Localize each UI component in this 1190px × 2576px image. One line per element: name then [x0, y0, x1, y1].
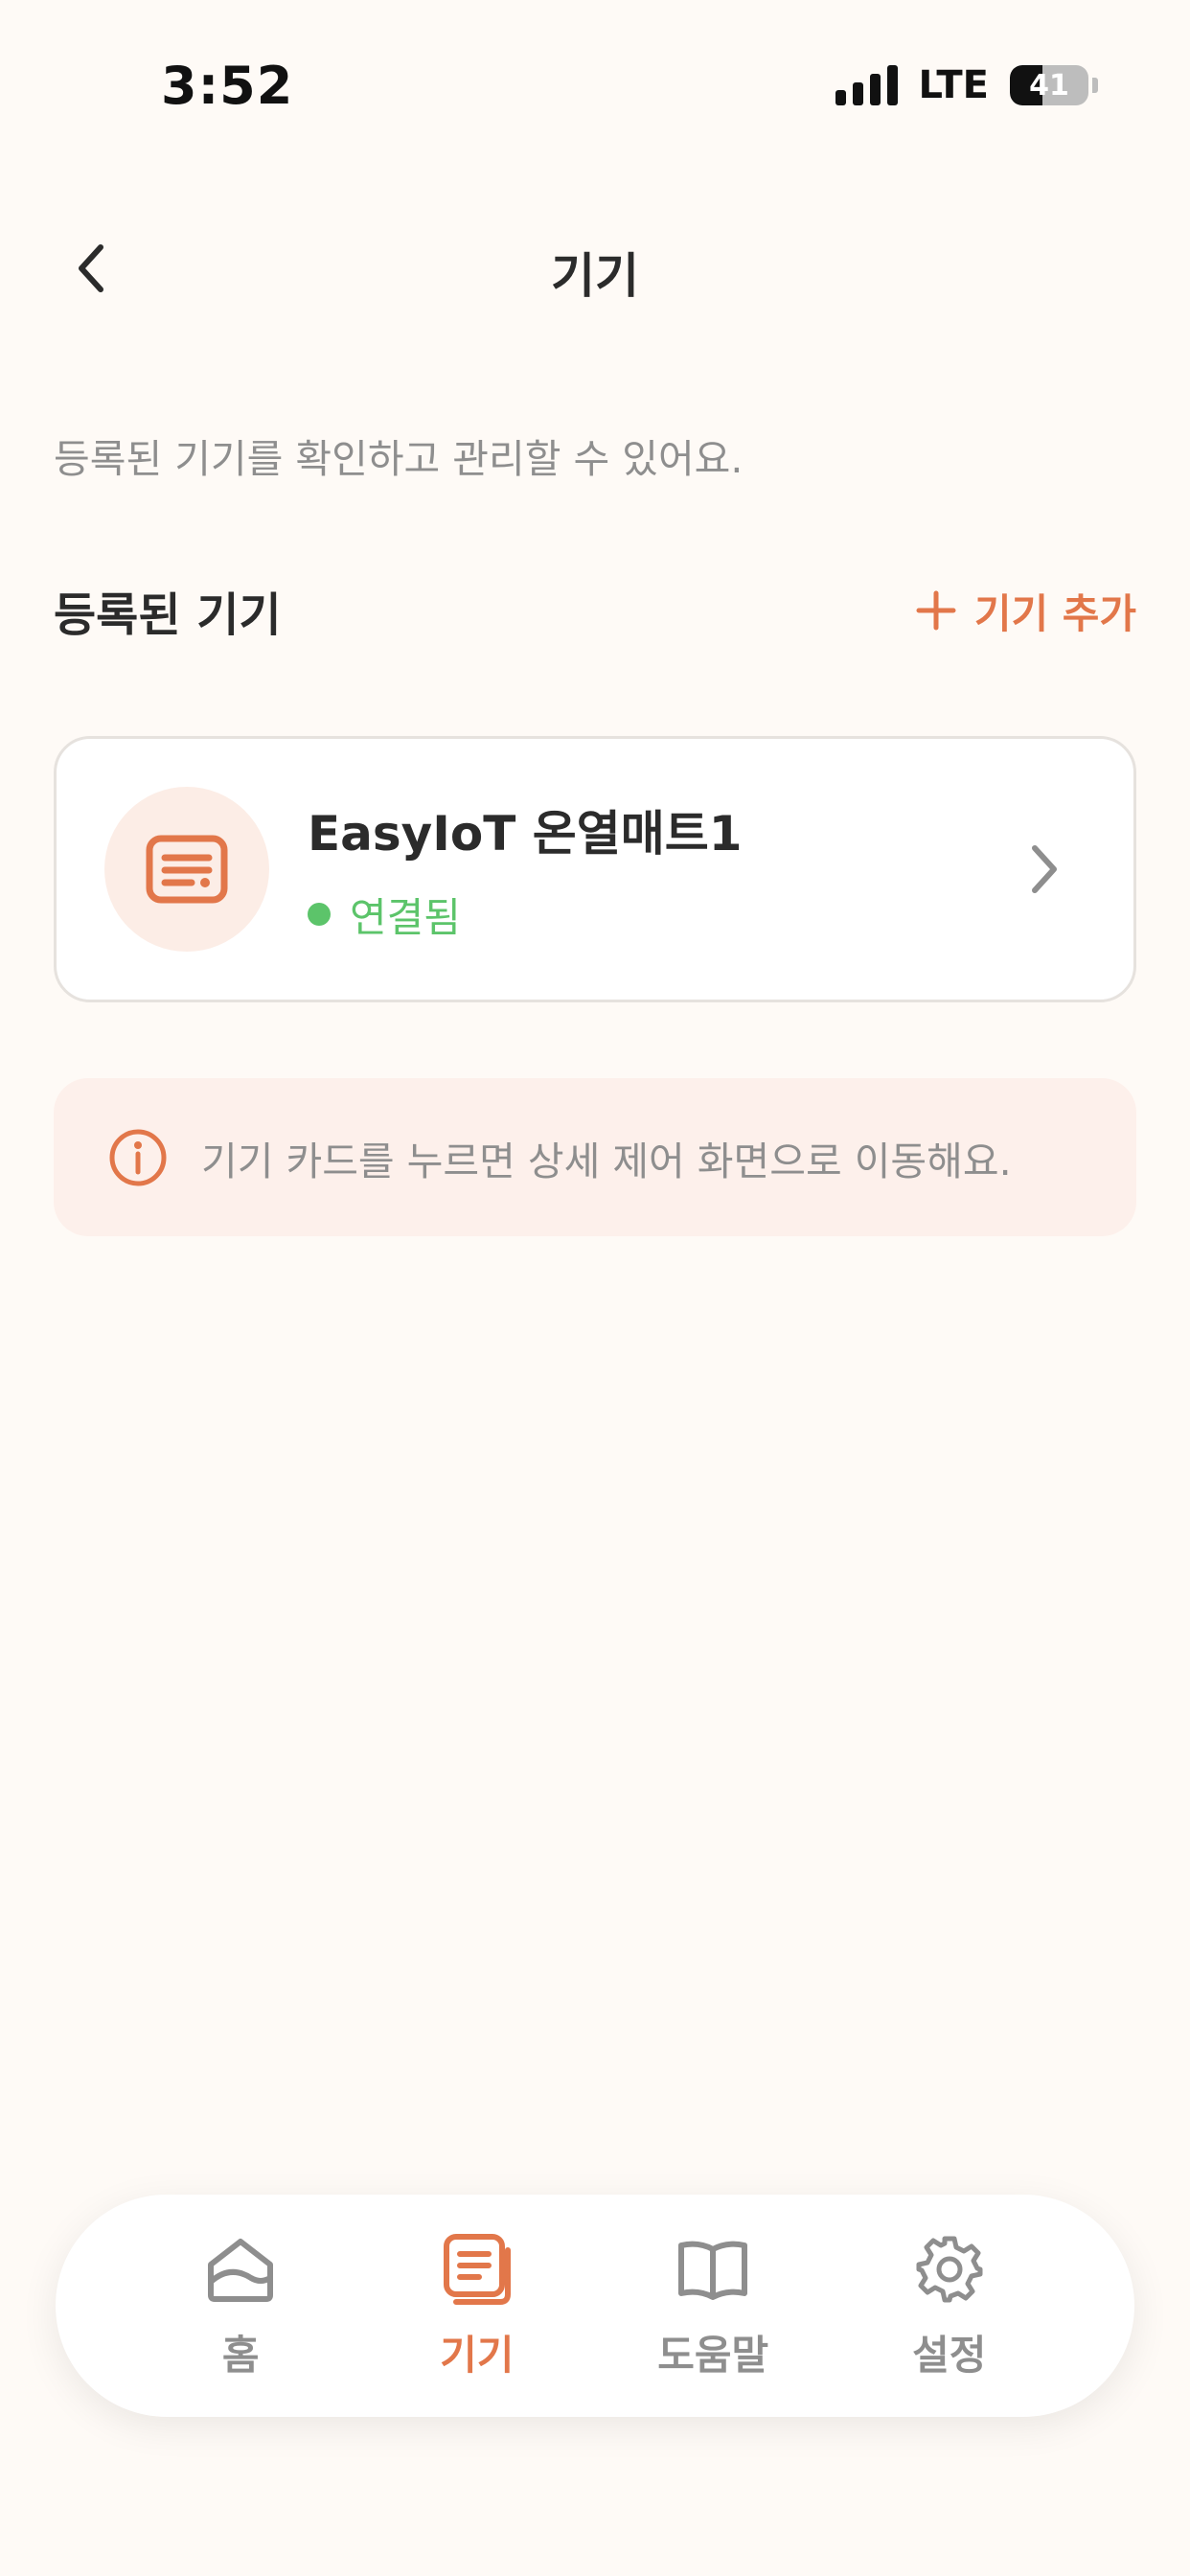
info-icon: [109, 1129, 167, 1185]
device-card[interactable]: EasyIoT 온열매트1 연결됨: [54, 736, 1136, 1002]
gear-icon: [911, 2231, 988, 2308]
device-icon-badge: [104, 787, 269, 952]
status-indicators: LTE 41: [835, 63, 1098, 107]
tab-help-label: 도움말: [657, 2331, 769, 2379]
section-title: 등록된 기기: [54, 588, 282, 642]
network-type: LTE: [918, 63, 989, 107]
info-banner: 기기 카드를 누르면 상세 제어 화면으로 이동해요.: [54, 1078, 1136, 1236]
tab-home-label: 홈: [221, 2331, 260, 2379]
info-text: 기기 카드를 누르면 상세 제어 화면으로 이동해요.: [201, 1138, 1012, 1184]
plus-icon: [916, 590, 956, 631]
add-device-label: 기기 추가: [973, 589, 1136, 637]
home-icon: [202, 2231, 279, 2308]
connection-status-label: 연결됨: [350, 893, 461, 941]
device-list-screen: 3:52 LTE 41 기기 등록된 기기를 확인하고 관리할 수 있어요. 등…: [0, 0, 1190, 2576]
device-info: EasyIoT 온열매트1 연결됨: [308, 795, 1020, 944]
bottom-tab-bar: 홈 기기 도움말 설정: [56, 2195, 1134, 2417]
tab-settings-label: 설정: [912, 2331, 987, 2379]
tab-help[interactable]: 도움말: [617, 2231, 809, 2381]
battery-percent: 41: [1029, 68, 1069, 103]
device-name: EasyIoT 온열매트1: [308, 805, 743, 862]
battery-tip: [1092, 78, 1098, 93]
tab-settings[interactable]: 설정: [854, 2231, 1045, 2381]
chevron-right-icon: [1020, 840, 1068, 898]
device-status: 연결됨: [308, 886, 1020, 944]
heating-mat-icon: [146, 835, 228, 904]
add-device-button[interactable]: 기기 추가: [915, 582, 1136, 640]
signal-icon: [835, 65, 898, 105]
connection-status-dot: [308, 903, 331, 926]
tab-devices[interactable]: 기기: [381, 2231, 573, 2381]
tab-devices-label: 기기: [440, 2331, 515, 2379]
status-bar: 3:52 LTE 41: [0, 0, 1190, 172]
page-title: 기기: [551, 248, 639, 304]
page-description: 등록된 기기를 확인하고 관리할 수 있어요.: [54, 436, 744, 482]
book-icon: [675, 2231, 751, 2308]
status-time: 3:52: [161, 56, 294, 116]
device-icon: [439, 2231, 515, 2308]
tab-home[interactable]: 홈: [145, 2231, 336, 2381]
battery-icon: 41: [1010, 65, 1088, 105]
section-header: 등록된 기기 기기 추가: [54, 577, 1136, 644]
